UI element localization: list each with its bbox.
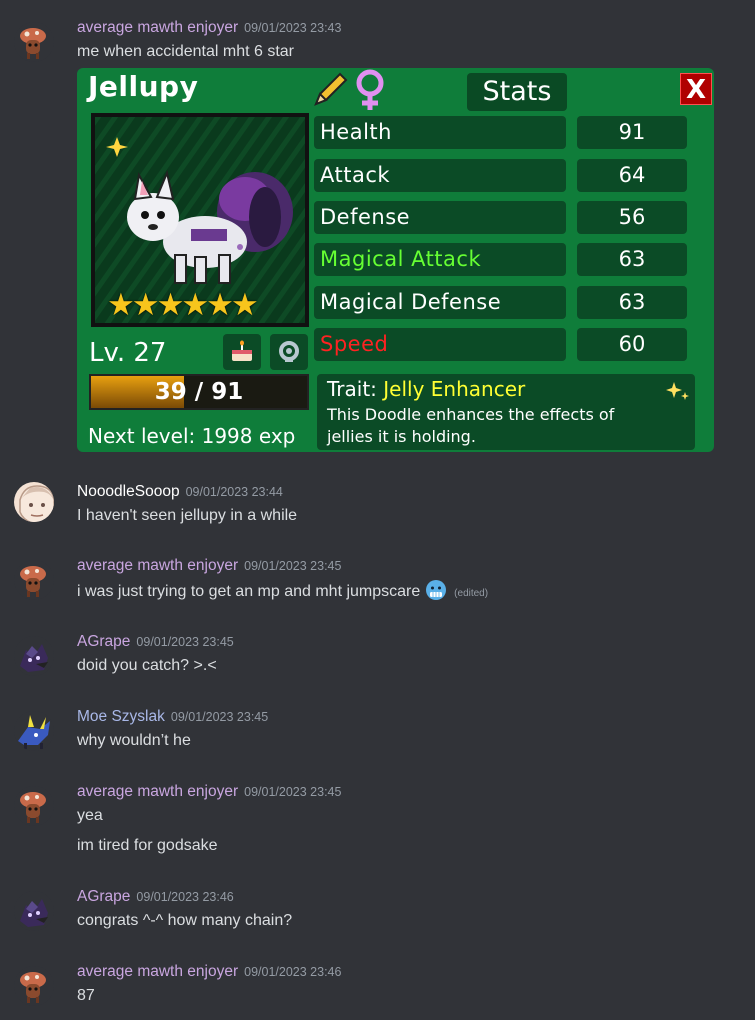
timestamp: 09/01/2023 23:45 [244, 785, 342, 799]
trait-panel: Trait: Jelly Enhancer This Doodle enhanc… [317, 374, 695, 450]
username[interactable]: average mawth enjoyer [77, 19, 238, 36]
message-text: doid you catch? >.< [77, 657, 217, 674]
stat-value-attack: 64 [577, 159, 687, 192]
cold-face-emoji-icon[interactable] [425, 579, 447, 601]
next-level-text: Next level: 1998 exp [88, 424, 296, 448]
stat-value-defense: 56 [577, 201, 687, 234]
stat-label-health: Health [314, 116, 566, 149]
message-text: why wouldn’t he [77, 732, 191, 749]
avatar[interactable] [14, 966, 54, 1006]
username[interactable]: average mawth enjoyer [77, 557, 238, 574]
mushroom-pet-avatar-icon [14, 22, 54, 62]
timestamp: 09/01/2023 23:45 [170, 710, 269, 724]
stat-label-magical-attack: Magical Attack [314, 243, 566, 276]
message-text: congrats ^-^ how many chain? [77, 912, 293, 929]
sketch-face-avatar-icon [14, 482, 54, 522]
purple-creature-avatar-icon [14, 636, 54, 676]
stat-label-magical-defense: Magical Defense [314, 286, 566, 319]
trait-description: This Doodle enhances the effects of jell… [327, 404, 614, 448]
trait-heading: Trait: Jelly Enhancer [327, 377, 525, 401]
doodle-name: Jellupy [88, 70, 199, 103]
username[interactable]: NooodleSooop [77, 483, 180, 500]
message-header: AGrape 09/01/2023 23:46 [77, 887, 234, 907]
avatar[interactable] [14, 560, 54, 600]
avatar[interactable] [14, 482, 54, 522]
stat-value-magical-defense: 63 [577, 286, 687, 319]
timestamp: 09/01/2023 23:45 [244, 559, 342, 573]
close-button: X [680, 73, 712, 105]
trait-description-line: This Doodle enhances the effects of [327, 405, 615, 424]
message-header: Moe Szyslak 09/01/2023 23:45 [77, 707, 268, 727]
game-screenshot-attachment[interactable]: Jellupy Stats X ★★★★★★ Health 91 Attack … [77, 68, 714, 452]
timestamp: 09/01/2023 23:43 [244, 21, 342, 35]
stat-label-defense: Defense [314, 201, 566, 234]
purple-creature-avatar-icon [14, 891, 54, 931]
hp-bar: 39 / 91 [89, 374, 309, 410]
message-text: im tired for godsake [77, 837, 218, 854]
message-text-row: i was just trying to get an mp and mht j… [77, 579, 488, 605]
stat-value-health: 91 [577, 116, 687, 149]
timestamp: 09/01/2023 23:45 [136, 635, 234, 649]
timestamp: 09/01/2023 23:46 [244, 965, 342, 979]
stat-value-speed: 60 [577, 328, 687, 361]
avatar[interactable] [14, 786, 54, 826]
location-icon [270, 334, 308, 370]
message-text: me when accidental mht 6 star [77, 43, 294, 60]
message-text: yea [77, 807, 103, 824]
username[interactable]: AGrape [77, 633, 130, 650]
message-text: 87 [77, 987, 95, 1004]
pencil-icon [314, 72, 348, 106]
doodle-level: Lv. 27 [89, 338, 167, 368]
trait-description-line: jellies it is holding. [327, 427, 476, 446]
cake-icon [223, 334, 261, 370]
trait-name: Jelly Enhancer [383, 377, 526, 401]
stat-label-speed: Speed [314, 328, 566, 361]
hp-text: 39 / 91 [154, 379, 244, 405]
username[interactable]: average mawth enjoyer [77, 963, 238, 980]
username[interactable]: AGrape [77, 888, 130, 905]
stat-value-magical-attack: 63 [577, 243, 687, 276]
stat-label-attack: Attack [314, 159, 566, 192]
avatar[interactable] [14, 22, 54, 62]
message-header: average mawth enjoyer 09/01/2023 23:45 [77, 556, 341, 576]
avatar[interactable] [14, 636, 54, 676]
message-text: I haven't seen jellupy in a while [77, 507, 298, 524]
rarity-stars: ★★★★★★ [107, 287, 259, 323]
avatar[interactable] [14, 711, 54, 751]
edited-tag: (edited) [454, 588, 489, 599]
doodle-portrait: ★★★★★★ [91, 113, 309, 327]
avatar[interactable] [14, 891, 54, 931]
mushroom-pet-avatar-icon [14, 786, 54, 826]
message-header: average mawth enjoyer 09/01/2023 23:46 [77, 962, 341, 982]
username[interactable]: Moe Szyslak [77, 708, 165, 725]
female-icon [356, 69, 384, 110]
mushroom-pet-avatar-icon [14, 560, 54, 600]
timestamp: 09/01/2023 23:44 [185, 485, 283, 499]
stats-tab: Stats [467, 73, 567, 111]
message-text: i was just trying to get an mp and mht j… [77, 583, 421, 600]
mushroom-pet-avatar-icon [14, 966, 54, 1006]
blue-creature-avatar-icon [14, 711, 54, 751]
message-header: average mawth enjoyer 09/01/2023 23:43 [77, 18, 341, 38]
message-header: average mawth enjoyer 09/01/2023 23:45 [77, 782, 341, 802]
username[interactable]: average mawth enjoyer [77, 783, 238, 800]
timestamp: 09/01/2023 23:46 [136, 890, 234, 904]
message-header: NooodleSooop 09/01/2023 23:44 [77, 482, 283, 502]
trait-label: Trait: [327, 377, 377, 401]
sparkle-icon [666, 382, 689, 400]
message-header: AGrape 09/01/2023 23:45 [77, 632, 234, 652]
